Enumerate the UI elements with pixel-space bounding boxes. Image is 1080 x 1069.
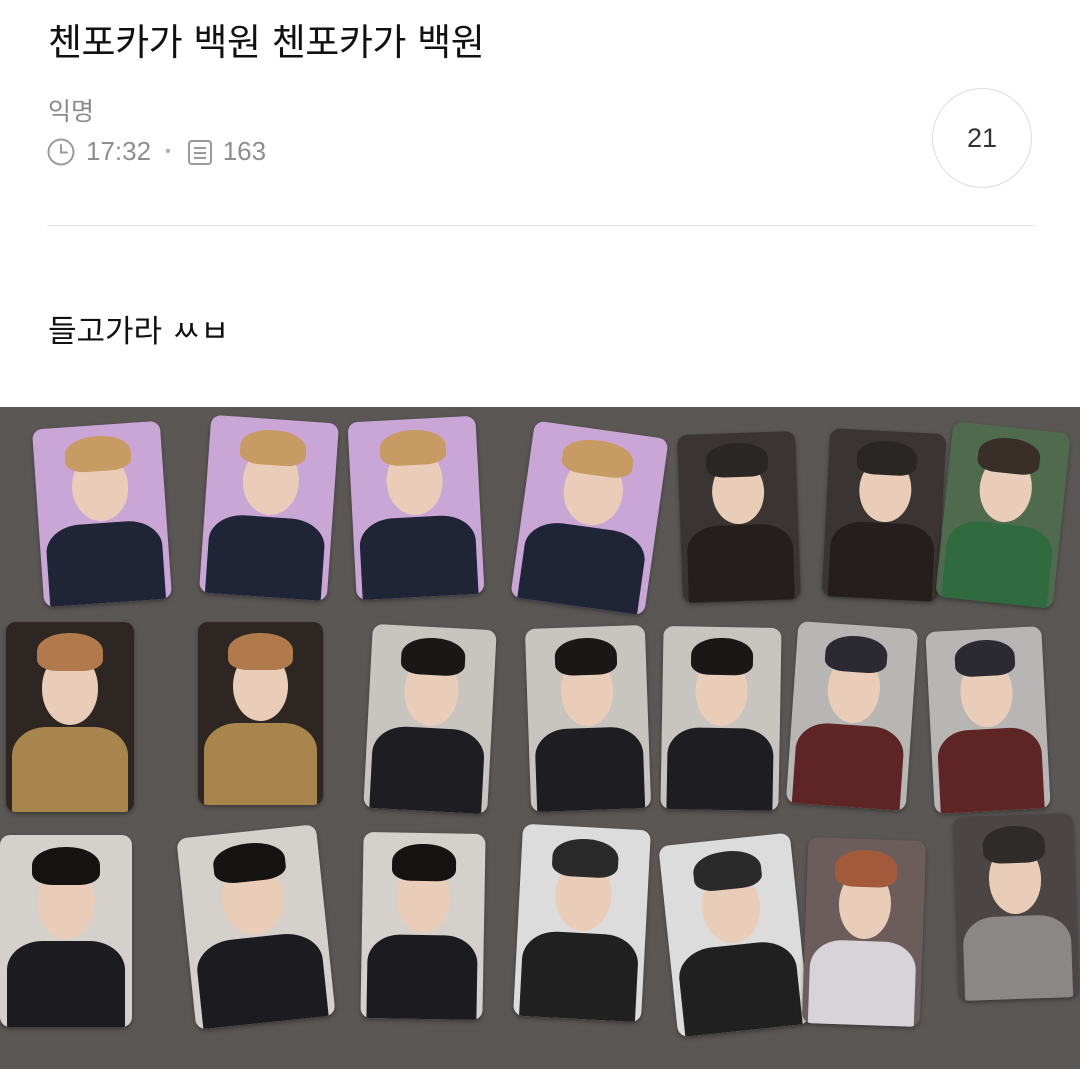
- photocard: [513, 823, 651, 1023]
- photocard: [925, 626, 1051, 814]
- card-figure-hair: [953, 638, 1016, 678]
- post-body: 들고가라 ㅆㅂ: [48, 314, 229, 350]
- card-figure-body: [675, 938, 805, 1038]
- card-figure-hair: [400, 636, 467, 677]
- photocard: [935, 421, 1071, 609]
- post-meta: 17:32 • 163: [46, 136, 266, 167]
- card-figure-body: [366, 934, 478, 1021]
- card-figure-body: [515, 518, 649, 616]
- photocard: [658, 832, 810, 1038]
- card-figure-body: [807, 939, 917, 1028]
- card-figure-hair: [378, 428, 447, 468]
- card-figure-body: [45, 518, 167, 608]
- photocard: [524, 624, 652, 813]
- photocard: [785, 621, 919, 811]
- photocard: [198, 414, 340, 602]
- photocard: [510, 420, 669, 616]
- card-figure-body: [936, 726, 1046, 814]
- card-figure-body: [6, 940, 126, 1027]
- clock-icon: [46, 137, 76, 167]
- card-figure-body: [534, 725, 646, 813]
- photocard: [801, 836, 927, 1028]
- document-icon: [185, 137, 215, 167]
- card-figure-body: [666, 726, 774, 812]
- photocard: [952, 812, 1080, 1002]
- card-figure-body: [12, 726, 128, 812]
- card-figure-body: [962, 914, 1074, 1002]
- card-figure-hair: [551, 836, 620, 879]
- card-figure-body: [686, 523, 796, 604]
- card-figure-body: [791, 721, 906, 811]
- photocard: [821, 428, 947, 602]
- card-figure-body: [194, 929, 330, 1030]
- photocard: [347, 415, 485, 601]
- card-figure-body: [204, 722, 317, 805]
- photocard: [176, 824, 336, 1030]
- photocard: [360, 831, 486, 1021]
- card-figure-hair: [228, 632, 293, 670]
- card-figure-body: [368, 725, 486, 815]
- photocard: [677, 430, 801, 604]
- post-title: 첸포카가 백원 첸포카가 백원: [48, 21, 485, 64]
- card-figure-hair: [834, 849, 898, 889]
- card-figure-hair: [981, 824, 1046, 864]
- card-figure-body: [827, 520, 936, 602]
- card-figure-hair: [976, 434, 1042, 477]
- comment-count: 21: [966, 122, 998, 153]
- card-figure-body: [204, 512, 326, 602]
- card-figure-body: [518, 929, 639, 1023]
- photocard: [31, 420, 173, 608]
- photocard: [660, 625, 782, 812]
- photocard: [198, 622, 323, 805]
- post-time: 17:32: [86, 136, 152, 166]
- card-figure-hair: [855, 439, 918, 477]
- post-photo[interactable]: [0, 407, 1080, 1069]
- card-figure-body: [358, 513, 479, 601]
- card-figure-hair: [554, 636, 618, 676]
- photocard: [0, 835, 132, 1027]
- post-author: 익명: [48, 97, 95, 126]
- card-figure-hair: [63, 433, 133, 474]
- card-figure-hair: [392, 843, 457, 882]
- card-figure-hair: [691, 637, 754, 676]
- card-figure-body: [940, 518, 1055, 609]
- card-figure-hair: [36, 633, 104, 672]
- meta-separator: •: [165, 142, 171, 160]
- photocard: [363, 623, 497, 815]
- post-views: 163: [222, 136, 267, 166]
- comment-count-button[interactable]: 21: [932, 88, 1032, 188]
- card-figure-hair: [31, 846, 101, 885]
- card-figure-hair: [238, 427, 308, 468]
- card-figure-hair: [823, 633, 889, 675]
- photocard: [6, 622, 134, 812]
- header-divider: [47, 225, 1035, 226]
- card-figure-hair: [705, 442, 769, 478]
